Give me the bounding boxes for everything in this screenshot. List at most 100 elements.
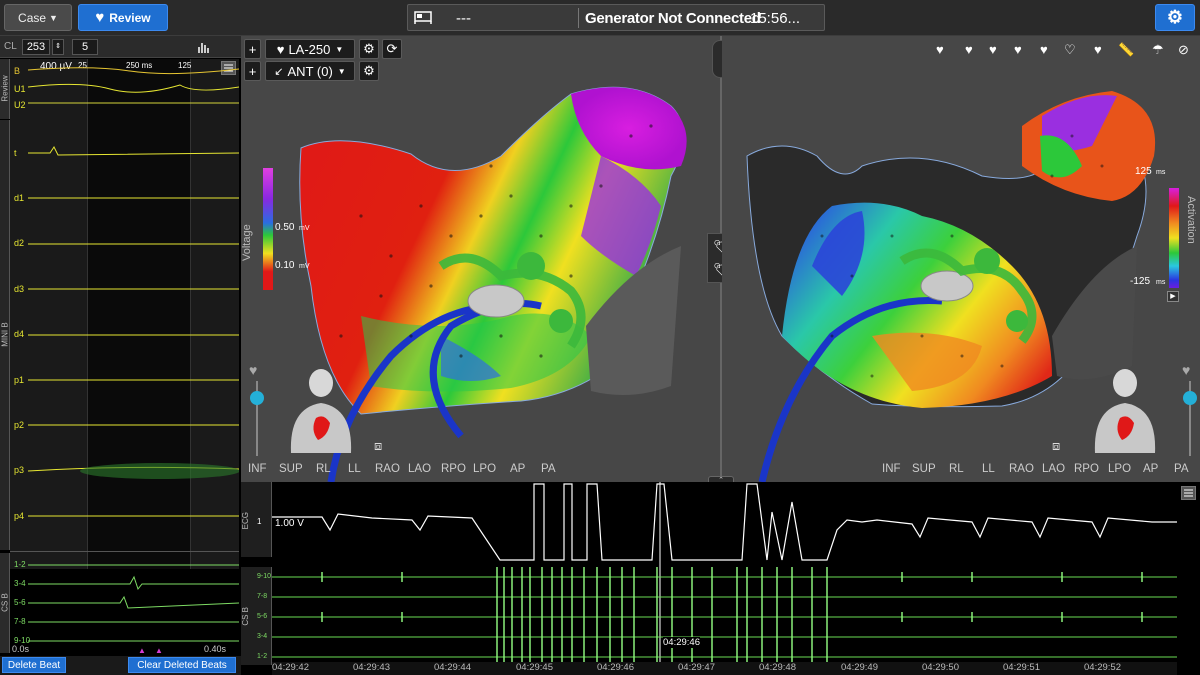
view-pa[interactable]: PA bbox=[541, 463, 556, 475]
cl-value[interactable]: 253 bbox=[22, 39, 50, 55]
view-inf[interactable]: INF bbox=[248, 463, 267, 475]
view-lpo[interactable]: LPO bbox=[1108, 463, 1131, 475]
activation-label: Activation bbox=[1185, 196, 1197, 244]
play-button[interactable]: ▶ bbox=[1167, 291, 1179, 302]
view-rao[interactable]: RAO bbox=[1009, 463, 1034, 475]
voltage-color-bar bbox=[263, 168, 273, 290]
add-map-button[interactable]: + bbox=[244, 39, 261, 59]
activation-map-view[interactable]: ♥ ♥ ♥ ♥ ♥ ♡ ♥ 📏 ☂ ⊘ Activation 125 ms -1… bbox=[722, 36, 1200, 482]
view-rl[interactable]: RL bbox=[316, 463, 331, 475]
heart-eye-icon[interactable]: ♥ bbox=[936, 42, 944, 57]
catheter-name: LA-250 bbox=[288, 41, 331, 57]
review-button[interactable]: ♥ Review bbox=[78, 4, 168, 31]
gear-icon: ⚙ bbox=[363, 41, 375, 56]
carto-app: Case ▼ ♥ Review --- Generator Not Connecte… bbox=[0, 0, 1200, 675]
map-toolbar-icons: ♥ ♥ ♥ ♥ ♥ ♡ ♥ 📏 ☂ ⊘ bbox=[932, 36, 1200, 64]
reference-name: ANT (0) bbox=[287, 63, 333, 79]
view-rl[interactable]: RL bbox=[949, 463, 964, 475]
timestamp: 04:29:48 bbox=[759, 662, 796, 673]
reference-dropdown[interactable]: ↙ ANT (0) ▼ bbox=[265, 61, 355, 81]
beats-value[interactable]: 5 bbox=[72, 39, 98, 55]
status-time: 15:56... bbox=[750, 10, 801, 27]
cursor-time: 04:29:46 bbox=[663, 637, 700, 648]
minib-tab[interactable]: MINI B bbox=[0, 120, 10, 550]
view-pa[interactable]: PA bbox=[1174, 463, 1189, 475]
heart-half-icon[interactable]: ♥ bbox=[1040, 42, 1048, 57]
divider bbox=[10, 551, 239, 552]
caret-down-icon: ▼ bbox=[337, 66, 346, 76]
heart-edit-icon[interactable]: ♥ bbox=[989, 42, 997, 57]
timestamp: 04:29:51 bbox=[1003, 662, 1040, 673]
view-ap[interactable]: AP bbox=[1143, 463, 1158, 475]
catheter-dropdown[interactable]: ♥ LA-250 ▼ bbox=[265, 39, 355, 59]
gear-icon: ⚙ bbox=[1166, 7, 1184, 27]
rotate-settings-button[interactable]: ⟳ bbox=[382, 39, 402, 59]
ecg-tab[interactable]: ECG 1 bbox=[241, 482, 272, 557]
timeline[interactable] bbox=[272, 662, 1177, 675]
reference-settings-button[interactable]: ⚙ bbox=[359, 61, 379, 81]
screenshot-icon[interactable]: ⧈ bbox=[1052, 438, 1060, 454]
activation-low: -125 bbox=[1130, 276, 1151, 287]
view-ll[interactable]: LL bbox=[348, 463, 361, 475]
activation-high: 125 bbox=[1135, 166, 1152, 177]
status-symbol: --- bbox=[456, 10, 471, 27]
view-rao[interactable]: RAO bbox=[375, 463, 400, 475]
timestamp: 04:29:50 bbox=[922, 662, 959, 673]
delete-beat-button[interactable]: Delete Beat bbox=[2, 657, 66, 673]
cl-stepper[interactable]: ⇕ bbox=[52, 39, 64, 55]
voltage-unit: mV bbox=[299, 225, 310, 232]
heart-lock-icon[interactable]: ♥ bbox=[1014, 42, 1022, 57]
ablation-icon[interactable]: ☂ bbox=[1152, 42, 1164, 58]
heart-icon: ♥ bbox=[276, 41, 285, 57]
voltage-unit: mV bbox=[299, 263, 310, 270]
settings-button[interactable]: ⚙ bbox=[1155, 4, 1195, 31]
heart-check-icon[interactable]: ♥ bbox=[1094, 42, 1102, 57]
csb-tab[interactable]: CS B bbox=[0, 553, 10, 653]
case-button[interactable]: Case ▼ bbox=[4, 4, 72, 31]
cs-channel-label: 9-10 bbox=[257, 573, 272, 580]
voltage-map-view[interactable]: + ♥ LA-250 ▼ ⚙ ⟳ + ↙ ANT (0) ▼ ⚙ Voltage 0.5… bbox=[241, 36, 720, 482]
gear-rotate-icon: ⟳ bbox=[386, 41, 398, 56]
voltage-label: Voltage bbox=[241, 224, 253, 261]
activation-unit: ms bbox=[1156, 169, 1166, 176]
bed-icon bbox=[414, 9, 432, 29]
view-sup[interactable]: SUP bbox=[912, 463, 936, 475]
timestamp: 04:29:46 bbox=[597, 662, 634, 673]
ruler-icon[interactable]: 📏 bbox=[1118, 42, 1134, 58]
catheter-icon: ↙ bbox=[274, 65, 284, 78]
opacity-slider-thumb[interactable] bbox=[1183, 391, 1197, 405]
heart-outline-icon[interactable]: ♡ bbox=[1064, 42, 1076, 58]
view-sup[interactable]: SUP bbox=[279, 463, 303, 475]
review-tab[interactable]: Review bbox=[0, 59, 10, 119]
intracardiac-traces bbox=[27, 67, 239, 642]
activation-unit: ms bbox=[1156, 279, 1166, 286]
view-lao[interactable]: LAO bbox=[1042, 463, 1065, 475]
activation-color-bar bbox=[1169, 188, 1179, 288]
view-lpo[interactable]: LPO bbox=[473, 463, 496, 475]
view-lao[interactable]: LAO bbox=[408, 463, 431, 475]
heart-plus-icon[interactable]: ♥ bbox=[965, 42, 973, 57]
voltage-high: 0.50 bbox=[275, 222, 295, 233]
view-ll[interactable]: LL bbox=[982, 463, 995, 475]
opacity-slider-thumb[interactable] bbox=[250, 391, 264, 405]
map-settings-button[interactable]: ⚙ bbox=[359, 39, 379, 59]
voltage-map-3d[interactable] bbox=[241, 36, 720, 482]
case-label: Case bbox=[18, 10, 47, 25]
view-inf[interactable]: INF bbox=[882, 463, 901, 475]
screenshot-icon[interactable]: ⧈ bbox=[374, 438, 382, 454]
no-tag-icon[interactable]: ⊘ bbox=[1178, 42, 1189, 58]
activation-map-3d[interactable] bbox=[722, 36, 1200, 482]
generator-status: --- Generator Not Connected 15:56... bbox=[407, 4, 825, 31]
view-rpo[interactable]: RPO bbox=[441, 463, 466, 475]
voltage-low: 0.10 bbox=[275, 260, 295, 271]
clear-deleted-beats-button[interactable]: Clear Deleted Beats bbox=[128, 657, 236, 673]
histogram-icon[interactable] bbox=[197, 39, 211, 56]
caret-down-icon: ▼ bbox=[49, 12, 58, 23]
view-ap[interactable]: AP bbox=[510, 463, 525, 475]
menu-icon[interactable] bbox=[1181, 486, 1196, 500]
timestamp: 04:29:42 bbox=[272, 662, 309, 673]
gear-icon: ⚙ bbox=[363, 63, 375, 78]
add-reference-button[interactable]: + bbox=[244, 61, 261, 81]
view-rpo[interactable]: RPO bbox=[1074, 463, 1099, 475]
cs-channel-label: 3-4 bbox=[257, 633, 268, 640]
